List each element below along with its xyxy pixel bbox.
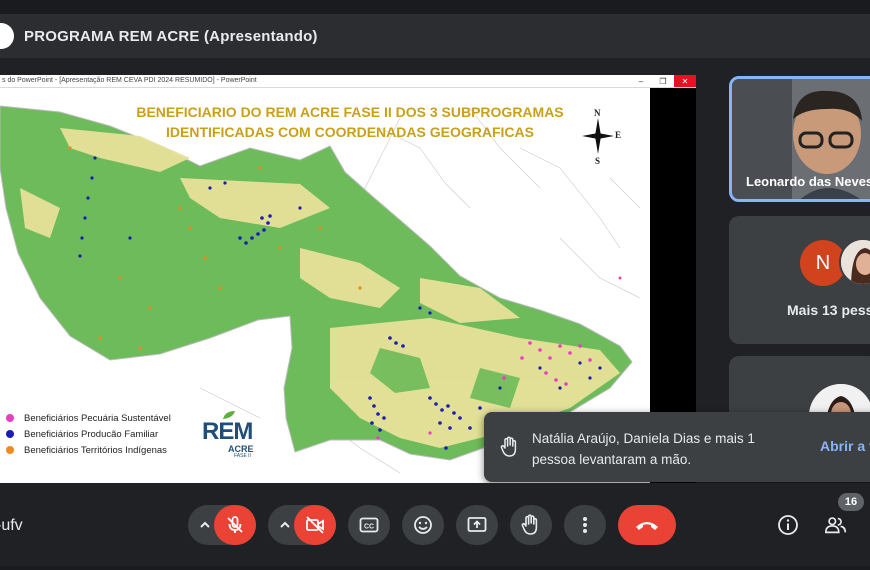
info-icon	[778, 515, 798, 535]
others-count-label: Mais 13 pessoas	[787, 302, 870, 318]
legend-item-familiar: Beneficiários Producão Familiar	[6, 426, 171, 442]
top-strip	[0, 0, 870, 14]
participant-count-badge: 16	[838, 493, 864, 511]
slide-title: BENEFICIARIO DO REM ACRE FASE II DOS 3 S…	[100, 102, 600, 142]
compass-east: E	[615, 130, 622, 140]
map-legend: Beneficiários Pecuária Sustentável Benef…	[6, 410, 171, 458]
avatar	[839, 238, 870, 286]
meet-window: PROGRAMA REM ACRE (Apresentando) s do Po…	[0, 0, 870, 570]
people-icon	[825, 517, 847, 534]
person-photo-icon	[841, 240, 870, 284]
leave-call-button[interactable]	[618, 505, 676, 545]
more-options-button[interactable]	[564, 505, 606, 545]
hand-icon	[521, 514, 538, 535]
participant-tile-speaker[interactable]: Leonardo das Neves	[729, 76, 870, 202]
mic-off-icon	[227, 516, 243, 533]
hand-raise-notification: Natália Araújo, Daniela Dias e mais 1 pe…	[484, 412, 870, 482]
legend-dot	[6, 446, 14, 454]
legend-item-indigenas: Beneficiários Territórios Indígenas	[6, 442, 171, 458]
emoji-icon	[414, 516, 432, 534]
chevron-up-icon	[280, 521, 290, 528]
restore-icon: ❐	[659, 76, 667, 86]
meeting-info-button[interactable]	[776, 513, 800, 537]
more-vert-icon	[583, 517, 587, 533]
present-button[interactable]	[456, 505, 498, 545]
meeting-code: -ufv	[0, 517, 23, 534]
compass-south: S	[595, 156, 601, 166]
powerpoint-window-controls: – ❐ ✕	[630, 75, 696, 87]
hand-raise-message: Natália Araújo, Daniela Dias e mais 1 pe…	[532, 431, 755, 467]
reactions-button[interactable]	[402, 505, 444, 545]
slide-title-line1: BENEFICIARIO DO REM ACRE FASE II DOS 3 S…	[136, 104, 564, 120]
logo-fase: FASE II	[234, 453, 251, 459]
present-screen-icon	[467, 517, 487, 532]
legend-label: Beneficiários Producão Familiar	[24, 428, 159, 440]
presenter-title: PROGRAMA REM ACRE (Apresentando)	[24, 27, 318, 45]
logo-rem: REM	[202, 418, 253, 445]
chevron-up-icon	[200, 521, 210, 528]
legend-label: Beneficiários Pecuária Sustentável	[24, 412, 171, 424]
camera-off-icon	[306, 516, 324, 534]
close-icon: ✕	[674, 75, 696, 87]
legend-dot	[6, 414, 14, 422]
mic-toggle-button[interactable]	[214, 505, 256, 545]
participant-tile-others[interactable]: N Mais 13 pessoas	[729, 216, 870, 344]
presenter-avatar-icon	[0, 23, 14, 49]
open-queue-button[interactable]: Abrir a fila	[820, 438, 870, 454]
compass-north: N	[594, 108, 601, 118]
captions-button[interactable]: CC	[348, 505, 390, 545]
hang-up-icon	[636, 522, 658, 530]
rem-acre-logo: REM ACRE FASE II	[200, 410, 270, 460]
minimize-icon: –	[638, 76, 644, 86]
meeting-controls-bar: -ufv CC	[0, 483, 870, 570]
raised-hand-icon	[500, 436, 517, 457]
people-button[interactable]	[824, 513, 848, 537]
compass-rose: N S E	[580, 108, 622, 168]
legend-dot	[6, 430, 14, 438]
legend-item-pecuaria: Beneficiários Pecuária Sustentável	[6, 410, 171, 426]
presenter-bar: PROGRAMA REM ACRE (Apresentando)	[0, 14, 870, 58]
svg-text:CC: CC	[364, 524, 374, 531]
speaker-name: Leonardo das Neves	[746, 174, 870, 189]
powerpoint-titlebar: s do PowerPoint - [Apresentação REM CEVA…	[0, 75, 696, 88]
raise-hand-button[interactable]	[510, 505, 552, 545]
bottom-edge	[0, 566, 870, 570]
legend-label: Beneficiários Territórios Indígenas	[24, 444, 167, 456]
camera-toggle-button[interactable]	[294, 505, 336, 545]
powerpoint-window-title: s do PowerPoint - [Apresentação REM CEVA…	[2, 77, 257, 84]
slide-title-line2: IDENTIFICADAS COM COORDENADAS GEOGRAFICA…	[166, 124, 534, 140]
captions-icon: CC	[359, 517, 379, 533]
